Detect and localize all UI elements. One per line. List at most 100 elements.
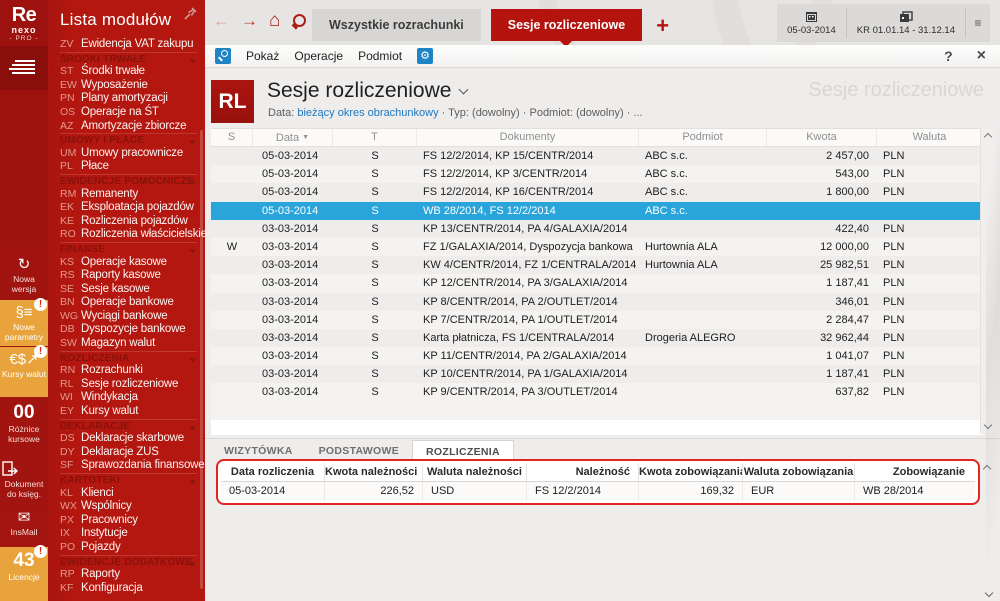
- page-title[interactable]: Sesje rozliczeniowe: [267, 79, 467, 103]
- menu-item-ey[interactable]: EYKursy walut: [60, 405, 205, 419]
- column-header-podmiot[interactable]: Podmiot: [639, 129, 767, 146]
- table-row[interactable]: 03-03-2014SKP 9/CENTR/2014, PA 3/OUTLET/…: [211, 383, 983, 401]
- menu-item-sf[interactable]: SFSprawozdania finansowe: [60, 459, 205, 473]
- settings-button[interactable]: ⚙: [417, 48, 433, 64]
- menu-item-um[interactable]: UMUmowy pracownicze: [60, 147, 205, 161]
- menu-item-st[interactable]: STŚrodki trwałe: [60, 65, 205, 79]
- document-tab[interactable]: Wszystkie rozrachunki: [312, 9, 481, 41]
- scroll-down-icon[interactable]: [984, 421, 992, 429]
- menu-item-ek[interactable]: EKEksploatacja pojazdów: [60, 201, 205, 215]
- table-row[interactable]: 03-03-2014SKW 4/CENTR/2014, FZ 1/CENTRAL…: [211, 256, 983, 274]
- toolbar-item-pokaz[interactable]: Pokaż: [246, 49, 279, 63]
- search-icon[interactable]: [291, 14, 306, 29]
- detail-column-header[interactable]: Zobowiązanie: [855, 463, 973, 481]
- table-row[interactable]: 03-03-2014SKarta płatnicza, FS 1/CENTRAL…: [211, 329, 983, 347]
- module-menu-button[interactable]: [0, 46, 48, 90]
- detail-column-header[interactable]: Waluta zobowiązania: [743, 463, 855, 481]
- menu-item-rs[interactable]: RSRaporty kasowe: [60, 269, 205, 283]
- dates-menu-icon[interactable]: ≡: [966, 4, 990, 42]
- table-row[interactable]: W03-03-2014SFZ 1/GALAXIA/2014, Dyspozycj…: [211, 238, 983, 256]
- back-icon[interactable]: ←: [213, 11, 230, 31]
- detail-scroll-up-icon[interactable]: [983, 465, 991, 473]
- menu-item-ke[interactable]: KERozliczenia pojazdów: [60, 215, 205, 229]
- menu-item-pl[interactable]: PLPłace: [60, 160, 205, 174]
- close-button[interactable]: ×: [977, 47, 986, 65]
- rail-item-kursy-walut[interactable]: !€$↗Kursy walut: [0, 347, 48, 397]
- table-row[interactable]: 03-03-2014SKP 13/CENTR/2014, PA 4/GALAXI…: [211, 220, 983, 238]
- menu-item-wg[interactable]: WGWyciągi bankowe: [60, 310, 205, 324]
- corner-scroll-icon[interactable]: [985, 589, 993, 597]
- menu-item-po[interactable]: POPojazdy: [60, 541, 205, 555]
- menu-item-rm[interactable]: RMRemanenty: [60, 188, 205, 202]
- menu-section[interactable]: KARTOTEKI: [60, 473, 197, 487]
- menu-item-ro[interactable]: RORozliczenia właścicielskie: [60, 228, 205, 242]
- period-filter-link[interactable]: bieżący okres obrachunkowy: [297, 107, 438, 119]
- detail-column-header[interactable]: Kwota zobowiązania: [639, 463, 743, 481]
- detail-column-header[interactable]: Waluta należności: [423, 463, 527, 481]
- menu-item-az[interactable]: AZAmortyzacje zbiorcze: [60, 120, 205, 134]
- menu-item-db[interactable]: DBDyspozycje bankowe: [60, 323, 205, 337]
- menu-section[interactable]: UMOWY I PŁACE: [60, 133, 197, 147]
- current-date-widget[interactable]: 05-03-2014: [777, 4, 846, 42]
- rail-item-insmail[interactable]: ✉InsMail: [0, 505, 48, 547]
- menu-item-ks[interactable]: KSOperacje kasowe: [60, 256, 205, 270]
- table-row[interactable]: 05-03-2014SFS 12/2/2014, KP 16/CENTR/201…: [211, 183, 983, 201]
- menu-item-rp[interactable]: RPRaporty: [60, 568, 205, 582]
- rail-item-nowe-parametry[interactable]: !§≡Nowe parametry: [0, 300, 48, 346]
- rail-item-licencje[interactable]: !43Licencje: [0, 547, 48, 601]
- table-row[interactable]: 05-03-2014SFS 12/2/2014, KP 15/CENTR/201…: [211, 147, 983, 165]
- table-row[interactable]: 03-03-2014SKP 7/CENTR/2014, PA 1/OUTLET/…: [211, 311, 983, 329]
- menu-item-os[interactable]: OSOperacje na ŚT: [60, 106, 205, 120]
- column-header-data[interactable]: Data ▼: [253, 129, 333, 146]
- menu-item-wi[interactable]: WIWindykacja: [60, 391, 205, 405]
- toolbar-item-operacje[interactable]: Operacje: [294, 49, 343, 63]
- table-row[interactable]: 03-03-2014SKP 10/CENTR/2014, PA 1/GALAXI…: [211, 365, 983, 383]
- column-header-waluta[interactable]: Waluta: [877, 129, 983, 146]
- menu-item-ix[interactable]: IXInstytucje: [60, 527, 205, 541]
- document-tab[interactable]: Sesje rozliczeniowe: [491, 9, 642, 41]
- detail-table-row[interactable]: 05-03-2014226,52USDFS 12/2/2014169,32EUR…: [221, 482, 975, 501]
- rail-item-nowa-wersja[interactable]: ↻Nowa wersja: [0, 252, 48, 298]
- menu-item-se[interactable]: SESesje kasowe: [60, 283, 205, 297]
- table-row[interactable]: 03-03-2014SKP 8/CENTR/2014, PA 2/OUTLET/…: [211, 293, 983, 311]
- new-tab-button[interactable]: +: [656, 11, 669, 41]
- menu-section[interactable]: DEKLARACJE: [60, 419, 197, 433]
- period-widget[interactable]: KR 01.01.14 - 31.12.14: [847, 4, 965, 42]
- home-icon[interactable]: ⌂: [269, 11, 280, 31]
- menu-item-pn[interactable]: PNPlany amortyzacji: [60, 92, 205, 106]
- table-row[interactable]: 05-03-2014SWB 28/2014, FS 12/2/2014ABC s…: [211, 202, 983, 220]
- table-scrollbar[interactable]: [980, 128, 995, 434]
- detail-column-header[interactable]: Należność: [527, 463, 639, 481]
- column-header-dokumenty[interactable]: Dokumenty: [417, 129, 639, 146]
- menu-item-bn[interactable]: BNOperacje bankowe: [60, 296, 205, 310]
- menu-item-wx[interactable]: WXWspólnicy: [60, 500, 205, 514]
- menu-item-kf[interactable]: KFKonfiguracja: [60, 582, 205, 596]
- menu-item-dy[interactable]: DYDeklaracje ZUS: [60, 446, 205, 460]
- forward-icon[interactable]: →: [241, 11, 258, 31]
- menu-section[interactable]: FINANSE: [60, 242, 197, 256]
- pin-icon[interactable]: [184, 7, 197, 20]
- table-row[interactable]: 03-03-2014SKP 11/CENTR/2014, PA 2/GALAXI…: [211, 347, 983, 365]
- menu-item-sw[interactable]: SWMagazyn walut: [60, 337, 205, 351]
- menu-item-zv[interactable]: ZVEwidencja VAT zakupu: [60, 38, 205, 52]
- detail-column-header[interactable]: Data rozliczenia: [221, 463, 325, 481]
- menu-item-ds[interactable]: DSDeklaracje skarbowe: [60, 432, 205, 446]
- panel-scrollbar[interactable]: [200, 130, 203, 589]
- menu-section[interactable]: EWIDENCJE DODATKOWE: [60, 555, 197, 569]
- menu-item-rl[interactable]: RLSesje rozliczeniowe: [60, 378, 205, 392]
- menu-section[interactable]: ROZLICZENIA: [60, 351, 197, 365]
- filter-search-button[interactable]: [215, 48, 231, 64]
- menu-item-rn[interactable]: RNRozrachunki: [60, 364, 205, 378]
- table-row[interactable]: 03-03-2014SKP 12/CENTR/2014, PA 3/GALAXI…: [211, 274, 983, 292]
- detail-column-header[interactable]: Kwota należności: [325, 463, 423, 481]
- menu-item-ew[interactable]: EWWyposażenie: [60, 79, 205, 93]
- column-header-s[interactable]: S: [211, 129, 253, 146]
- rail-item-roznice-kursowe[interactable]: 00Różnice kursowe: [0, 399, 48, 455]
- rail-item-dokument-do-ksieg[interactable]: Dokument do księg.: [0, 457, 48, 504]
- menu-item-kl[interactable]: KLKlienci: [60, 487, 205, 501]
- help-button[interactable]: ?: [944, 48, 953, 64]
- toolbar-item-podmiot[interactable]: Podmiot: [358, 49, 402, 63]
- menu-item-px[interactable]: PXPracownicy: [60, 514, 205, 528]
- table-row[interactable]: 05-03-2014SFS 12/2/2014, KP 3/CENTR/2014…: [211, 165, 983, 183]
- column-header-kwota[interactable]: Kwota: [767, 129, 877, 146]
